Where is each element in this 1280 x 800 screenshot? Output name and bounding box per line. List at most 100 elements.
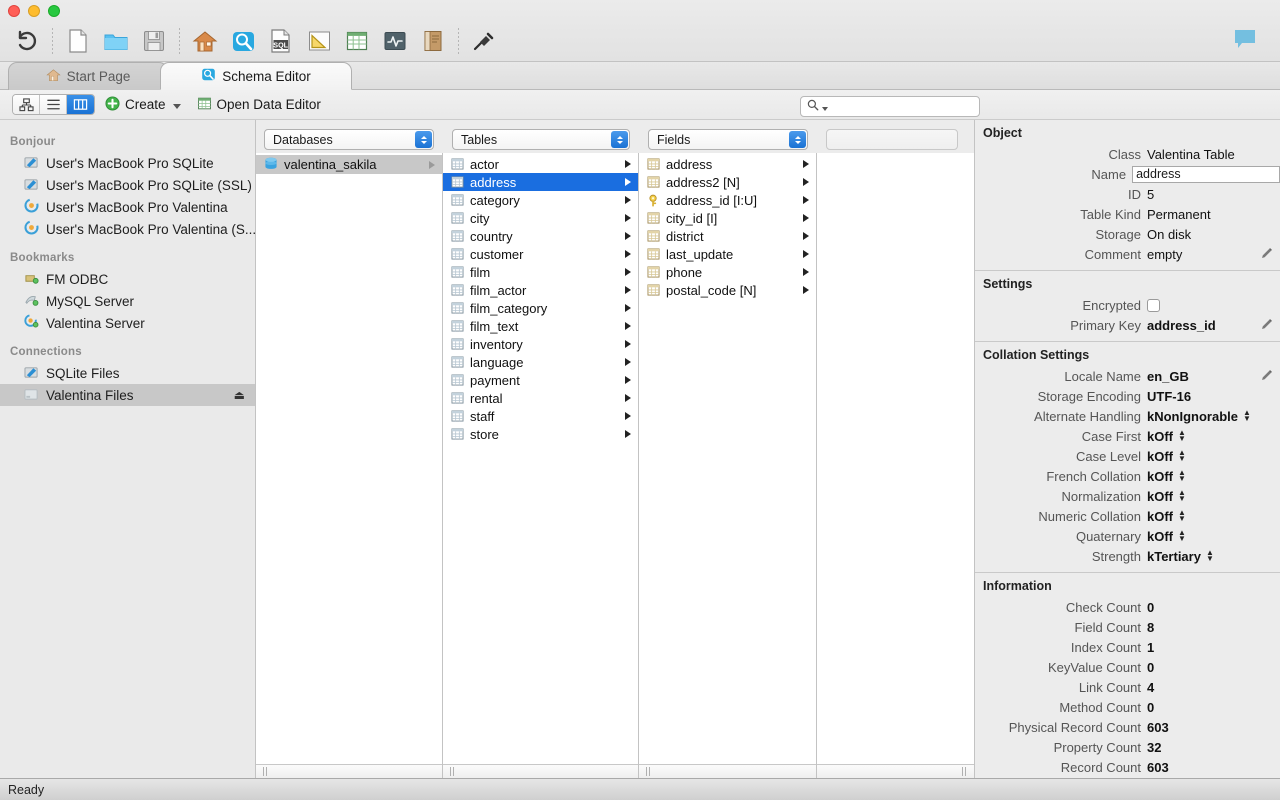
diagram-view-button[interactable] xyxy=(13,95,40,114)
undo-icon[interactable] xyxy=(8,22,46,60)
list-item[interactable]: country xyxy=(443,227,638,245)
schema-editor-icon[interactable] xyxy=(224,22,262,60)
disclosure-arrow-icon[interactable] xyxy=(625,304,631,312)
inspector-row-value[interactable]: kTertiary ▲ ▼ xyxy=(1147,549,1214,564)
new-document-icon[interactable] xyxy=(59,22,97,60)
inspector-row-value[interactable]: kNonIgnorable ▲ ▼ xyxy=(1147,409,1251,424)
list-item[interactable]: category xyxy=(443,191,638,209)
disclosure-arrow-icon[interactable] xyxy=(625,358,631,366)
list-item[interactable]: city xyxy=(443,209,638,227)
disclosure-arrow-icon[interactable] xyxy=(625,286,631,294)
detail-popup-empty[interactable] xyxy=(826,129,958,150)
inspector-row-value[interactable]: kOff ▲ ▼ xyxy=(1147,449,1186,464)
disclosure-arrow-icon[interactable] xyxy=(803,286,809,294)
disclosure-arrow-icon[interactable] xyxy=(625,232,631,240)
sidebar-item-mysql-server[interactable]: MySQL Server xyxy=(0,290,255,312)
chevron-down-icon[interactable] xyxy=(172,104,181,109)
chat-bubble-icon[interactable] xyxy=(1228,22,1262,56)
column-view-button[interactable] xyxy=(67,95,94,114)
databases-popup[interactable]: Databases xyxy=(264,129,434,150)
column-resize-bar[interactable] xyxy=(443,764,638,778)
popup-chevrons-icon[interactable] xyxy=(789,131,806,148)
list-item[interactable]: valentina_sakila xyxy=(256,155,442,174)
resize-grip-icon[interactable] xyxy=(958,767,969,776)
edit-pencil-icon[interactable] xyxy=(1260,247,1273,263)
close-window-button[interactable] xyxy=(8,5,20,17)
disclosure-arrow-icon[interactable] xyxy=(625,178,631,186)
stepper-chevrons-icon[interactable]: ▲ ▼ xyxy=(1206,549,1214,563)
list-item[interactable]: address xyxy=(639,155,816,173)
inspector-row-value[interactable]: kOff ▲ ▼ xyxy=(1147,489,1186,504)
connect-plug-icon[interactable] xyxy=(465,22,503,60)
object-name-field[interactable]: address xyxy=(1132,165,1280,183)
eject-icon[interactable]: ⏏ xyxy=(234,388,245,402)
list-item[interactable]: customer xyxy=(443,245,638,263)
inspector-row-value[interactable]: kOff ▲ ▼ xyxy=(1147,509,1186,524)
popup-chevrons-icon[interactable] xyxy=(415,131,432,148)
inspector-row-value[interactable]: kOff ▲ ▼ xyxy=(1147,429,1186,444)
data-editor-icon[interactable] xyxy=(338,22,376,60)
sidebar-item-valentina-files[interactable]: Valentina Files ⏏ xyxy=(0,384,255,406)
tab-start-page[interactable]: Start Page xyxy=(8,62,168,90)
disclosure-arrow-icon[interactable] xyxy=(625,376,631,384)
list-item[interactable]: rental xyxy=(443,389,638,407)
minimize-window-button[interactable] xyxy=(28,5,40,17)
disclosure-arrow-icon[interactable] xyxy=(625,394,631,402)
disclosure-arrow-icon[interactable] xyxy=(803,196,809,204)
tab-schema-editor[interactable]: Schema Editor xyxy=(160,62,352,90)
open-data-editor-button[interactable]: Open Data Editor xyxy=(197,96,321,114)
stepper-chevrons-icon[interactable]: ▲ ▼ xyxy=(1178,449,1186,463)
list-item[interactable]: actor xyxy=(443,155,638,173)
list-item[interactable]: language xyxy=(443,353,638,371)
list-item[interactable]: address_id [I:U] xyxy=(639,191,816,209)
list-item[interactable]: film_actor xyxy=(443,281,638,299)
edit-pencil-icon[interactable] xyxy=(1260,369,1273,385)
disclosure-arrow-icon[interactable] xyxy=(803,232,809,240)
resize-grip-icon[interactable] xyxy=(259,767,270,776)
resize-grip-icon[interactable] xyxy=(642,767,653,776)
list-item[interactable]: film_text xyxy=(443,317,638,335)
disclosure-arrow-icon[interactable] xyxy=(625,430,631,438)
encrypted-checkbox[interactable] xyxy=(1147,298,1160,312)
sidebar-item-sqlite-files[interactable]: SQLite Files xyxy=(0,362,255,384)
disclosure-arrow-icon[interactable] xyxy=(625,322,631,330)
resize-grip-icon[interactable] xyxy=(446,767,457,776)
list-item[interactable]: district xyxy=(639,227,816,245)
home-icon[interactable] xyxy=(186,22,224,60)
column-resize-bar[interactable] xyxy=(256,764,442,778)
edit-pencil-icon[interactable] xyxy=(1260,318,1273,334)
disclosure-arrow-icon[interactable] xyxy=(803,214,809,222)
sql-editor-icon[interactable]: SQL xyxy=(262,22,300,60)
tables-popup[interactable]: Tables xyxy=(452,129,630,150)
zoom-window-button[interactable] xyxy=(48,5,60,17)
search-scope-chevron-icon[interactable] xyxy=(822,106,828,111)
stepper-chevrons-icon[interactable]: ▲ ▼ xyxy=(1178,509,1186,523)
list-item[interactable]: address2 [N] xyxy=(639,173,816,191)
sidebar-item-user-macbook-pro-valentina-ssl[interactable]: User's MacBook Pro Valentina (S... xyxy=(0,218,255,240)
list-item[interactable]: store xyxy=(443,425,638,443)
query-monitor-icon[interactable] xyxy=(376,22,414,60)
list-item[interactable]: last_update xyxy=(639,245,816,263)
popup-chevrons-icon[interactable] xyxy=(611,131,628,148)
stepper-chevrons-icon[interactable]: ▲ ▼ xyxy=(1178,429,1186,443)
fields-popup[interactable]: Fields xyxy=(648,129,808,150)
stepper-chevrons-icon[interactable]: ▲ ▼ xyxy=(1178,529,1186,543)
sidebar-item-user-macbook-pro-sqlite[interactable]: User's MacBook Pro SQLite xyxy=(0,152,255,174)
list-item[interactable]: postal_code [N] xyxy=(639,281,816,299)
list-item[interactable]: phone xyxy=(639,263,816,281)
stepper-chevrons-icon[interactable]: ▲ ▼ xyxy=(1178,489,1186,503)
diagram-editor-icon[interactable] xyxy=(300,22,338,60)
report-editor-icon[interactable] xyxy=(414,22,452,60)
create-button[interactable]: Create xyxy=(105,95,181,114)
disclosure-arrow-icon[interactable] xyxy=(803,160,809,168)
column-resize-bar[interactable] xyxy=(639,764,816,778)
disclosure-arrow-icon[interactable] xyxy=(625,412,631,420)
disclosure-arrow-icon[interactable] xyxy=(803,178,809,186)
stepper-chevrons-icon[interactable]: ▲ ▼ xyxy=(1178,469,1186,483)
list-item[interactable]: city_id [I] xyxy=(639,209,816,227)
sidebar-item-user-macbook-pro-sqlite-ssl[interactable]: User's MacBook Pro SQLite (SSL) xyxy=(0,174,255,196)
disclosure-arrow-icon[interactable] xyxy=(625,196,631,204)
sidebar-item-valentina-server[interactable]: Valentina Server xyxy=(0,312,255,334)
list-view-button[interactable] xyxy=(40,95,67,114)
list-item[interactable]: inventory xyxy=(443,335,638,353)
